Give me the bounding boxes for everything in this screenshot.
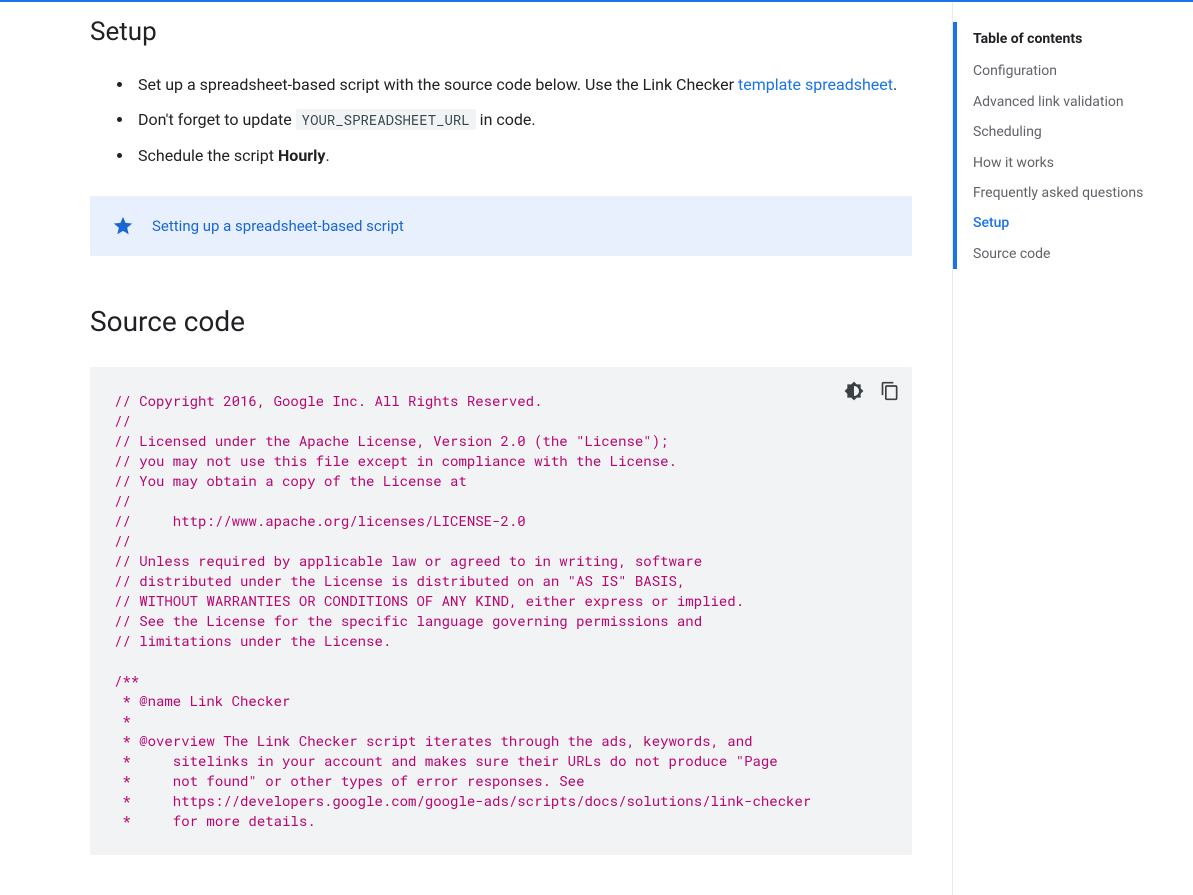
source-code-heading: Source code bbox=[90, 300, 912, 345]
table-of-contents: Table of contents ConfigurationAdvanced … bbox=[953, 2, 1193, 895]
page-container: Setup Set up a spreadsheet-based script … bbox=[0, 2, 1193, 895]
toc-item: Advanced link validation bbox=[957, 87, 1181, 117]
star-icon bbox=[112, 215, 134, 237]
code-comment-block: // Copyright 2016, Google Inc. All Right… bbox=[114, 391, 811, 830]
toc-list: ConfigurationAdvanced link validationSch… bbox=[957, 56, 1181, 269]
info-callout: Setting up a spreadsheet-based script bbox=[90, 196, 912, 256]
step-text: Don't forget to update bbox=[138, 110, 296, 129]
step-text-suffix: . bbox=[325, 146, 329, 165]
list-item: Don't forget to update YOUR_SPREADSHEET_… bbox=[134, 107, 912, 133]
toc-link[interactable]: Setup bbox=[957, 208, 1181, 238]
setup-heading: Setup bbox=[90, 12, 912, 54]
code-toolbar bbox=[840, 377, 898, 399]
copy-icon bbox=[880, 381, 900, 401]
step-text-suffix: in code. bbox=[476, 110, 536, 129]
toc-link[interactable]: Advanced link validation bbox=[957, 87, 1181, 117]
hourly-emphasis: Hourly bbox=[278, 146, 325, 165]
step-text-suffix: . bbox=[893, 75, 897, 94]
toc-title: Table of contents bbox=[957, 22, 1181, 56]
toc-link[interactable]: Configuration bbox=[957, 56, 1181, 86]
toc-link[interactable]: How it works bbox=[957, 148, 1181, 178]
list-item: Schedule the script Hourly. bbox=[134, 143, 912, 169]
toc-item: Frequently asked questions bbox=[957, 178, 1181, 208]
callout-link[interactable]: Setting up a spreadsheet-based script bbox=[152, 214, 404, 238]
brightness-icon bbox=[844, 381, 864, 401]
source-code-pre: // Copyright 2016, Google Inc. All Right… bbox=[114, 391, 888, 831]
setup-steps-list: Set up a spreadsheet-based script with t… bbox=[90, 72, 912, 169]
main-content: Setup Set up a spreadsheet-based script … bbox=[50, 2, 953, 895]
toc-link[interactable]: Frequently asked questions bbox=[957, 178, 1181, 208]
step-text: Set up a spreadsheet-based script with t… bbox=[138, 75, 738, 94]
toc-link[interactable]: Scheduling bbox=[957, 117, 1181, 147]
toc-link[interactable]: Source code bbox=[957, 239, 1181, 269]
toc-item: Setup bbox=[957, 208, 1181, 238]
code-block: // Copyright 2016, Google Inc. All Right… bbox=[90, 367, 912, 855]
toggle-theme-button[interactable] bbox=[840, 377, 862, 399]
toc-item: Scheduling bbox=[957, 117, 1181, 147]
step-text: Schedule the script bbox=[138, 146, 278, 165]
template-spreadsheet-link[interactable]: template spreadsheet bbox=[738, 75, 893, 94]
toc-item: How it works bbox=[957, 148, 1181, 178]
toc-item: Configuration bbox=[957, 56, 1181, 86]
list-item: Set up a spreadsheet-based script with t… bbox=[134, 72, 912, 98]
spreadsheet-url-placeholder: YOUR_SPREADSHEET_URL bbox=[296, 109, 476, 130]
copy-code-button[interactable] bbox=[876, 377, 898, 399]
toc-item: Source code bbox=[957, 239, 1181, 269]
